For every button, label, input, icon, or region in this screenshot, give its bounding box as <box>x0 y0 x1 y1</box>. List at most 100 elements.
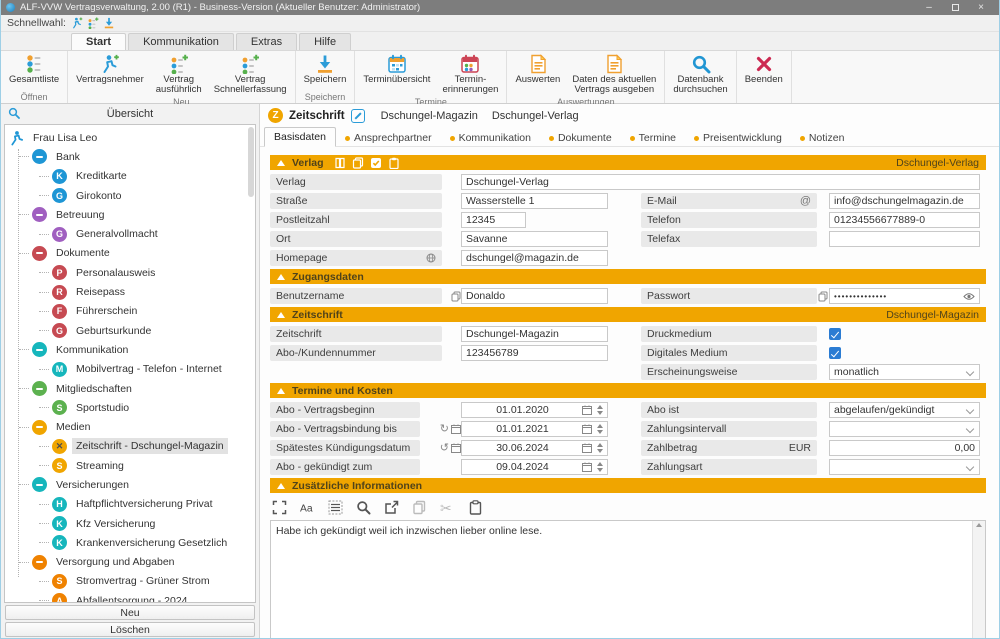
tree-item-frau-lisa-leo[interactable]: Frau Lisa Leo <box>5 128 255 147</box>
tree-item-kfz-versicherung[interactable]: KKfz Versicherung <box>5 514 255 533</box>
abo-ist-select[interactable]: abgelaufen/gekündigt <box>829 402 980 418</box>
tree-item-versicherungen[interactable]: Versicherungen <box>5 475 255 494</box>
field-input-telefax[interactable] <box>829 231 980 247</box>
tree-item-stromvertrag-grüner-strom[interactable]: SStromvertrag - Grüner Strom <box>5 572 255 591</box>
lines-icon[interactable] <box>328 500 343 515</box>
calendar-icon[interactable] <box>582 405 592 415</box>
collapse-icon[interactable] <box>277 312 285 318</box>
copy-icon[interactable] <box>352 157 364 169</box>
calendar-icon[interactable] <box>582 462 592 472</box>
field-input-zeitschrift[interactable]: Dschungel-Magazin <box>461 326 608 342</box>
ribbon-button-datenbank[interactable]: Datenbank durchsuchen <box>667 53 733 96</box>
field-input-passwort[interactable]: •••••••••••••• <box>829 288 980 304</box>
note-scrollbar[interactable] <box>972 521 985 639</box>
tree-item-betreuung[interactable]: Betreuung <box>5 205 255 224</box>
tree-item-geburtsurkunde[interactable]: GGeburtsurkunde <box>5 321 255 340</box>
collapse-icon[interactable] <box>277 388 285 394</box>
section-header-termine[interactable]: Termine und Kosten <box>270 383 986 398</box>
calendar-icon[interactable] <box>451 443 461 453</box>
save-icon[interactable] <box>103 17 115 29</box>
date-spinner[interactable] <box>597 424 603 434</box>
field-input-ort[interactable]: Savanne <box>461 231 608 247</box>
tree-item-generalvollmacht[interactable]: GGeneralvollmacht <box>5 224 255 243</box>
date-spinner[interactable] <box>597 405 603 415</box>
export-icon[interactable] <box>384 500 399 515</box>
paste-icon[interactable] <box>468 500 483 515</box>
tree-item-haftpflichtversicherung-privat[interactable]: HHaftpflichtversicherung Privat <box>5 495 255 514</box>
tree-item-streaming[interactable]: SStreaming <box>5 456 255 475</box>
vertragsbeginn-date-input[interactable]: 01.01.2020 <box>461 402 608 418</box>
collapse-icon[interactable] <box>277 274 285 280</box>
close-button[interactable]: × <box>968 0 994 15</box>
zahlungsart-select[interactable] <box>829 459 980 475</box>
tree-item-mitgliedschaften[interactable]: Mitgliedschaften <box>5 379 255 398</box>
ribbon-button-auswerten[interactable]: Auswerten <box>509 53 566 86</box>
menu-tab-extras[interactable]: Extras <box>236 33 297 50</box>
section-header-verlag[interactable]: Verlag Dschungel-Verlag <box>270 155 986 170</box>
tab-preisentwicklung[interactable]: Preisentwicklung <box>685 129 791 147</box>
refresh-icon[interactable]: ↻ <box>440 424 449 435</box>
person-add-icon[interactable] <box>71 17 83 29</box>
menu-tab-hilfe[interactable]: Hilfe <box>299 33 351 50</box>
tree-item-führerschein[interactable]: FFührerschein <box>5 302 255 321</box>
tree-item-sportstudio[interactable]: SSportstudio <box>5 398 255 417</box>
kuendigungsdatum-date-input[interactable]: 30.06.2024 <box>461 440 608 456</box>
druckmedium-checkbox[interactable] <box>829 328 841 340</box>
tab-termine[interactable]: Termine <box>621 129 685 147</box>
ribbon-button-vertrag[interactable]: Vertrag ausführlich <box>150 53 208 96</box>
collapse-icon[interactable] <box>277 483 285 489</box>
date-spinner[interactable] <box>597 443 603 453</box>
tab-kommunikation[interactable]: Kommunikation <box>441 129 540 147</box>
tree-item-girokonto[interactable]: GGirokonto <box>5 186 255 205</box>
edit-icon[interactable] <box>351 109 365 123</box>
field-input-email[interactable]: info@dschungelmagazin.de <box>829 193 980 209</box>
field-input-verlag[interactable]: Dschungel-Verlag <box>461 174 980 190</box>
tree-item-mobilvertrag-telefon-internet[interactable]: MMobilvertrag - Telefon - Internet <box>5 360 255 379</box>
ribbon-button-terminübersicht[interactable]: Terminübersicht <box>357 53 436 86</box>
tree-item-kommunikation[interactable]: Kommunikation <box>5 340 255 359</box>
copy-icon[interactable] <box>451 291 461 302</box>
tab-ansprechpartner[interactable]: Ansprechpartner <box>336 129 441 147</box>
section-header-zusatzinfo[interactable]: Zusätzliche Informationen <box>270 478 986 493</box>
expand-icon[interactable] <box>272 500 287 515</box>
ribbon-button-beenden[interactable]: Beenden <box>739 53 789 86</box>
section-header-zeitschrift[interactable]: Zeitschrift Dschungel-Magazin <box>270 307 986 322</box>
ribbon-button-gesamtliste[interactable]: Gesamtliste <box>3 53 65 86</box>
undo-icon[interactable]: ↺ <box>440 443 449 454</box>
tree-scrollbar[interactable] <box>248 127 254 197</box>
field-input-abonummer[interactable]: 123456789 <box>461 345 608 361</box>
field-input-telefon[interactable]: 01234556677889-0 <box>829 212 980 228</box>
vertragsbindung-date-input[interactable]: 01.01.2021 <box>461 421 608 437</box>
gekuendigt-zum-date-input[interactable]: 09.04.2024 <box>461 459 608 475</box>
tree-item-kreditkarte[interactable]: KKreditkarte <box>5 167 255 186</box>
field-input-benutzername[interactable]: Donaldo <box>461 288 608 304</box>
minimize-button[interactable]: – <box>916 0 942 15</box>
date-spinner[interactable] <box>597 462 603 472</box>
menu-tab-kommunikation[interactable]: Kommunikation <box>128 33 234 50</box>
ribbon-button-vertragsnehmer[interactable]: Vertragsnehmer <box>70 53 150 86</box>
book-icon[interactable] <box>334 157 346 169</box>
search-icon[interactable] <box>356 500 371 515</box>
ribbon-button-speichern[interactable]: Speichern <box>298 53 353 86</box>
tree-item-zeitschrift-dschungel-magazin[interactable]: ✕Zeitschrift - Dschungel-Magazin <box>5 437 255 456</box>
eye-icon[interactable] <box>963 292 975 301</box>
field-input-strasse[interactable]: Wasserstelle 1 <box>461 193 608 209</box>
collapse-icon[interactable] <box>277 160 285 166</box>
check-square-icon[interactable] <box>370 157 382 169</box>
menu-tab-start[interactable]: Start <box>71 33 126 50</box>
tree-item-dokumente[interactable]: Dokumente <box>5 244 255 263</box>
font-icon[interactable]: Aa <box>300 500 315 515</box>
tab-basisdaten[interactable]: Basisdaten <box>264 127 336 147</box>
tree-item-abfallentsorgung-2024[interactable]: AAbfallentsorgung - 2024 <box>5 591 255 603</box>
list-add-icon[interactable] <box>87 17 99 29</box>
tree-item-medien[interactable]: Medien <box>5 417 255 436</box>
calendar-icon[interactable] <box>582 443 592 453</box>
clipboard-icon[interactable] <box>388 157 400 169</box>
zahlungsintervall-select[interactable] <box>829 421 980 437</box>
ribbon-button-daten-des-aktuellen[interactable]: Daten des aktuellen Vertrags ausgeben <box>566 53 662 96</box>
new-button[interactable]: Neu <box>5 605 255 620</box>
digitales-medium-checkbox[interactable] <box>829 347 841 359</box>
ribbon-button-vertrag[interactable]: Vertrag Schnellerfassung <box>208 53 293 96</box>
tab-notizen[interactable]: Notizen <box>791 129 854 147</box>
tree-item-bank[interactable]: Bank <box>5 147 255 166</box>
